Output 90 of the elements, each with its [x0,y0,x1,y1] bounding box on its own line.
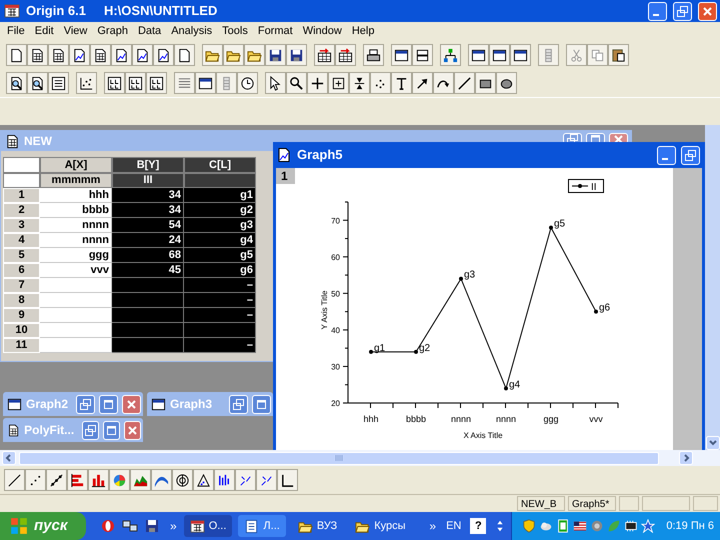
category-label: nnnn [450,414,472,424]
menu-item[interactable]: Window [298,23,347,40]
menu-item[interactable]: Edit [30,23,59,40]
table-cell[interactable]: vvv [40,263,112,278]
table-cell[interactable]: – [184,338,256,353]
category-label: vvv [589,414,603,424]
table-cell[interactable]: – [184,278,256,293]
overflow-button[interactable]: » [166,517,181,535]
row-header[interactable]: 7 [3,278,40,293]
menu-item[interactable]: Graph [92,23,133,40]
row-header[interactable]: 1 [3,188,40,203]
axis-tick-label: 70 [331,216,340,226]
category-label: bbbb [406,414,426,424]
help-button[interactable]: ? [470,518,486,534]
row-header[interactable]: 2 [3,203,40,218]
clock: 0:19 Пн 6 [665,518,714,534]
row-header[interactable]: 10 [3,323,40,338]
legend[interactable]: II [568,179,604,193]
table-cell[interactable]: 34 [112,188,184,203]
data-label: g5 [554,218,566,230]
table-cell[interactable]: 54 [112,218,184,233]
start-button[interactable]: пуск [0,512,86,540]
window-title: PolyFit... [24,422,74,439]
table-cell[interactable]: – [184,308,256,323]
taskbar-button[interactable]: Л... [238,515,286,537]
axis-title: Y Axis Title [320,290,329,330]
category-label: nnnn [496,414,516,424]
window-title: Graph2 [26,396,68,413]
table-cell[interactable]: 68 [112,248,184,263]
table-cell[interactable]: 24 [112,233,184,248]
row-header[interactable]: 6 [3,263,40,278]
table-cell[interactable]: g4 [184,233,256,248]
column-header[interactable]: C[L] [184,157,256,173]
menu-item[interactable]: Analysis [166,23,218,40]
column-label-cell: III [112,173,184,188]
table-cell[interactable]: g2 [184,203,256,218]
table-cell[interactable]: nnnn [40,233,112,248]
row-header[interactable]: 11 [3,338,40,353]
category-label: ggg [543,414,559,424]
data-label: g4 [509,379,520,390]
window-title: Graph3 [170,396,212,413]
axis-tick-label: 50 [331,289,340,298]
taskbar-button[interactable]: O... [184,515,232,537]
menu-item[interactable]: Format [252,23,298,40]
axis-tick-label: 40 [331,326,340,335]
menu-item[interactable]: File [2,23,30,40]
row-header[interactable]: 4 [3,233,40,248]
column-header[interactable]: A[X] [40,157,112,173]
file-path: H:\OSN\UNTITLED [104,2,218,20]
data-label: g2 [419,342,430,354]
menu-item[interactable]: Data [132,23,166,40]
legend-label: II [591,182,597,193]
table-cell[interactable]: nnnn [40,218,112,233]
table-cell[interactable]: ggg [40,248,112,263]
row-header[interactable]: 9 [3,308,40,323]
table-cell[interactable]: g5 [184,248,256,263]
menu-item[interactable]: View [58,23,92,40]
app-name: Origin 6.1 [26,2,86,20]
table-cell[interactable]: 45 [112,263,184,278]
category-label: hhh [363,414,379,424]
axis-tick-label: 20 [331,399,340,408]
row-header[interactable]: 8 [3,293,40,308]
table-cell[interactable]: g6 [184,263,256,278]
table-cell[interactable]: g1 [184,188,256,203]
column-header[interactable]: B[Y] [112,157,184,173]
column-label-cell: mmmmm [40,173,112,188]
menu-item[interactable]: Tools [217,23,253,40]
layer-tab[interactable]: 1 [276,168,295,184]
window-title: NEW [24,133,52,150]
row-header[interactable]: 3 [3,218,40,233]
taskbar-button[interactable]: Курсы [349,515,412,537]
data-label: g6 [599,302,610,314]
status-panel: NEW_B [517,496,565,511]
table-cell[interactable]: g3 [184,218,256,233]
table-cell[interactable]: bbbb [40,203,112,218]
taskbar-button[interactable]: ВУЗ [292,515,344,537]
language-indicator[interactable]: EN [440,518,468,534]
axis-tick-label: 30 [331,362,340,372]
window-title: Graph5 [297,146,343,164]
table-cell[interactable]: hhh [40,188,112,203]
row-header[interactable]: 5 [3,248,40,263]
axis-tick-label: 60 [331,252,340,262]
table-cell[interactable]: – [184,293,256,308]
menu-item[interactable]: Help [346,23,380,40]
status-panel: Graph5* [568,496,616,511]
data-label: g3 [464,270,476,281]
axis-title: X Axis Title [463,431,503,440]
data-label: g1 [374,342,386,354]
table-cell[interactable]: 34 [112,203,184,218]
overflow-button[interactable]: » [425,517,440,535]
